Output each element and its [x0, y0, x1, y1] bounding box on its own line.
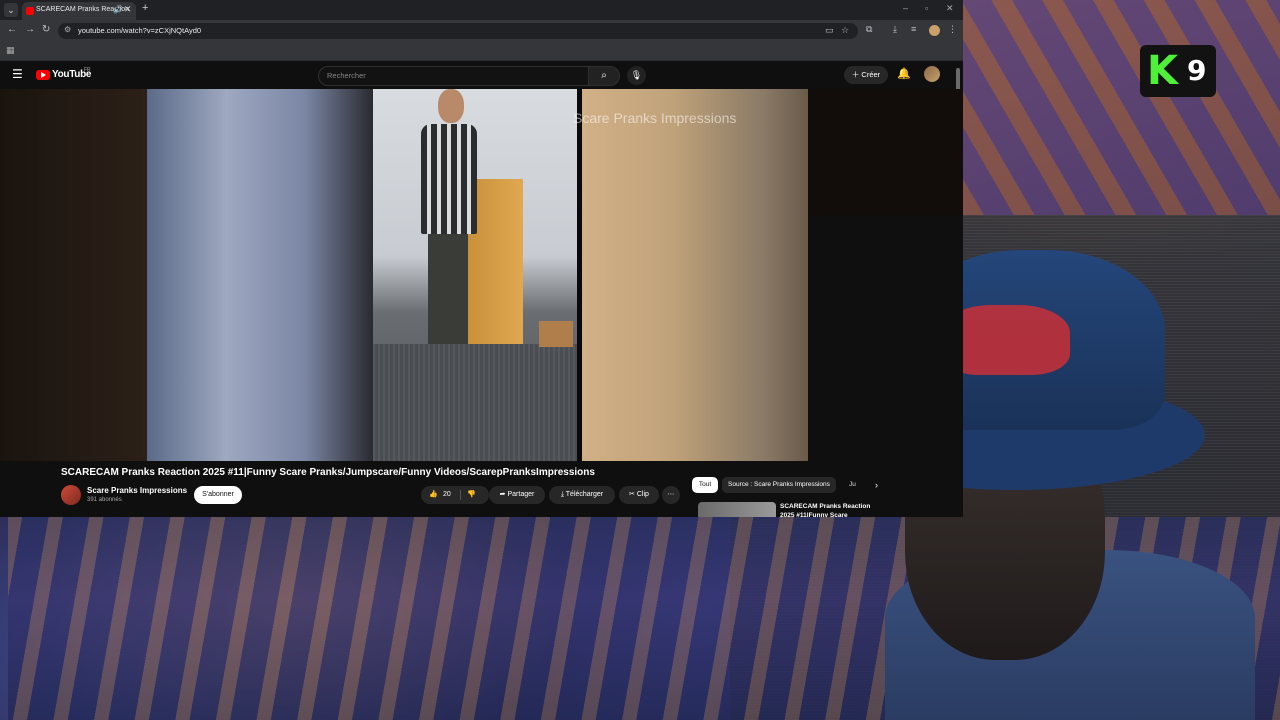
- dislike-icon[interactable]: 👎: [467, 486, 476, 504]
- media-control-icon[interactable]: ≡: [911, 24, 916, 34]
- browser-menu-icon[interactable]: ⋮: [948, 24, 957, 35]
- voice-search-icon[interactable]: 🎙: [627, 66, 646, 85]
- k9-number: 9: [1187, 54, 1207, 87]
- download-button[interactable]: ⤓ Télécharger: [549, 486, 615, 504]
- download-label: Télécharger: [565, 491, 604, 498]
- player-side-area: [808, 89, 963, 215]
- cast-icon[interactable]: ▭: [825, 25, 834, 36]
- extensions-icon[interactable]: ⧉: [866, 24, 872, 35]
- address-toolbar: ← → ↻ ⚙ youtube.com/watch?v=zCXjNQtAyd0 …: [0, 20, 963, 42]
- share-label: Partager: [507, 491, 535, 498]
- video-player[interactable]: Scare Pranks Impressions: [0, 89, 808, 461]
- share-icon: ➦: [499, 491, 506, 498]
- k9-logo-badge: K 9: [1140, 45, 1216, 97]
- minimize-icon[interactable]: –: [903, 3, 908, 13]
- tab-bar: ⌄ SCARECAM Pranks Reaction 🔊 ✕ + – ▫ ✕: [0, 0, 963, 20]
- channel-name[interactable]: Scare Pranks Impressions: [87, 486, 187, 495]
- region-code: FR: [84, 67, 91, 73]
- clip-button[interactable]: ✂ Clip: [619, 486, 659, 504]
- subscribe-button[interactable]: S'abonner: [194, 486, 242, 504]
- search-placeholder: Rechercher: [327, 71, 366, 80]
- chip-truncated[interactable]: Ju: [849, 477, 856, 493]
- notifications-bell-icon[interactable]: 🔔: [897, 67, 911, 80]
- tab-active[interactable]: SCARECAM Pranks Reaction 🔊 ✕: [22, 2, 136, 20]
- scissors-icon: ✂: [629, 491, 635, 498]
- player-blur-left: [0, 89, 147, 461]
- channel-avatar[interactable]: [61, 485, 81, 505]
- cardboard-box: [539, 321, 573, 347]
- download-arrow-icon: ⤓: [560, 491, 564, 498]
- person-plaid-shirt: [421, 124, 477, 234]
- chevron-right-icon[interactable]: ›: [875, 477, 878, 493]
- browser-profile-avatar[interactable]: [929, 25, 940, 36]
- create-label: Créer: [861, 70, 881, 79]
- apps-grid-icon[interactable]: ▦: [6, 45, 15, 56]
- video-clip-center: [373, 89, 577, 461]
- reload-icon[interactable]: ↻: [42, 24, 50, 35]
- recommendation-title[interactable]: SCARECAM Pranks Reaction 2025 #11|Funny …: [780, 502, 880, 517]
- person-head: [438, 89, 464, 123]
- search-input[interactable]: Rechercher: [318, 66, 590, 86]
- clip-label: Clip: [636, 491, 649, 498]
- close-tab-icon[interactable]: ✕: [124, 4, 132, 15]
- office-floor: [373, 344, 577, 461]
- site-info-icon[interactable]: ⚙: [64, 25, 71, 34]
- channel-watermark: Scare Pranks Impressions: [573, 110, 737, 126]
- back-icon[interactable]: ←: [7, 24, 17, 35]
- video-title: SCARECAM Pranks Reaction 2025 #11|Funny …: [61, 467, 595, 478]
- more-actions-icon[interactable]: ⋯: [662, 486, 680, 504]
- maximize-icon[interactable]: ▫: [925, 3, 928, 13]
- hamburger-menu-icon[interactable]: ☰: [12, 67, 23, 81]
- new-tab-icon[interactable]: +: [142, 2, 148, 14]
- youtube-logo-play-icon: [41, 72, 46, 78]
- tab-search-icon[interactable]: ⌄: [4, 3, 18, 17]
- close-window-icon[interactable]: ✕: [946, 3, 954, 14]
- subscriber-count: 391 abonnés: [87, 497, 122, 503]
- k9-letter: K: [1147, 48, 1178, 94]
- like-icon[interactable]: 👍: [429, 486, 438, 504]
- bookmark-star-icon[interactable]: ☆: [841, 25, 849, 36]
- video-clip-right: [582, 89, 808, 461]
- address-bar[interactable]: ⚙ youtube.com/watch?v=zCXjNQtAyd0 ▭ ☆: [58, 23, 858, 39]
- person-legs: [428, 234, 468, 344]
- background-art-top-right: [963, 0, 1280, 215]
- chip-source[interactable]: Source : Scare Pranks Impressions: [722, 477, 836, 493]
- speaker-icon[interactable]: 🔊: [113, 5, 123, 14]
- share-button[interactable]: ➦ Partager: [489, 486, 545, 504]
- bookmarks-bar: ▦: [0, 42, 963, 61]
- url-text[interactable]: youtube.com/watch?v=zCXjNQtAyd0: [78, 26, 201, 35]
- browser-window: ⌄ SCARECAM Pranks Reaction 🔊 ✕ + – ▫ ✕ ←…: [0, 0, 963, 517]
- search-button[interactable]: ⌕: [588, 66, 620, 86]
- like-count[interactable]: 20: [443, 486, 451, 504]
- like-separator: [460, 490, 461, 500]
- youtube-favicon-icon: [26, 7, 34, 15]
- forward-icon[interactable]: →: [25, 24, 35, 35]
- recommendation-thumbnail[interactable]: [698, 502, 776, 517]
- like-dislike-group: 👍 20 👎: [421, 486, 489, 504]
- create-button[interactable]: ＋ Créer: [844, 66, 888, 84]
- download-icon[interactable]: ⤓: [893, 24, 897, 35]
- chip-all[interactable]: Tout: [692, 477, 718, 493]
- video-clip-left: [147, 89, 373, 461]
- search-icon: ⌕: [601, 70, 607, 81]
- user-avatar[interactable]: [924, 66, 940, 82]
- youtube-header: ☰ YouTube FR Rechercher ⌕ 🎙 ＋ Créer 🔔: [0, 61, 963, 89]
